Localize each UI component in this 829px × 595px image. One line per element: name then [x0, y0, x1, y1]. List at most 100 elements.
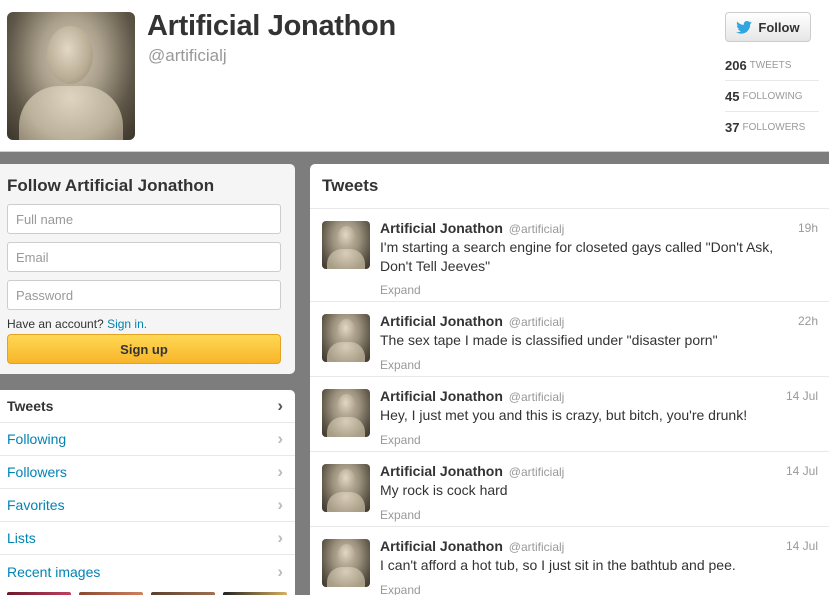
tweet-timestamp[interactable]: 22h — [798, 314, 818, 328]
avatar-figure-body — [19, 86, 123, 140]
tweet-expand-link[interactable]: Expand — [380, 583, 421, 595]
chevron-right-icon: › — [277, 561, 283, 581]
have-account-text: Have an account? Sign in. — [7, 317, 281, 331]
signin-link[interactable]: Sign in. — [107, 317, 147, 331]
nav-item-label: Favorites — [7, 497, 65, 513]
nav-item-label: Tweets — [7, 398, 54, 414]
profile-avatar[interactable] — [7, 12, 135, 140]
tweet-timestamp[interactable]: 14 Jul — [786, 389, 818, 403]
stat-tweets-count: 206 — [725, 57, 747, 73]
tweet-expand-link[interactable]: Expand — [380, 508, 421, 522]
tweets-panel: Tweets Artificial Jonathon @artificialj … — [310, 164, 829, 595]
profile-nav: Tweets › Following › Followers › Favorit… — [0, 390, 295, 595]
tweet-author-handle[interactable]: @artificialj — [509, 315, 565, 329]
tweet[interactable]: Artificial Jonathon @artificialj 19h I'm… — [310, 209, 829, 302]
tweet-timestamp[interactable]: 14 Jul — [786, 464, 818, 478]
tweet-author-handle[interactable]: @artificialj — [509, 540, 565, 554]
tweet-author-name[interactable]: Artificial Jonathon — [380, 313, 503, 329]
tweet-timestamp[interactable]: 19h — [798, 221, 818, 235]
nav-item-favorites[interactable]: Favorites › — [0, 489, 295, 522]
email-input[interactable] — [7, 242, 281, 272]
tweet-author-name[interactable]: Artificial Jonathon — [380, 388, 503, 404]
chevron-right-icon: › — [277, 396, 283, 415]
signup-box: Follow Artificial Jonathon Have an accou… — [0, 164, 295, 374]
tweet-avatar[interactable] — [322, 464, 370, 512]
avatar-figure-body — [327, 342, 365, 362]
tweet-header: Artificial Jonathon @artificialj — [380, 463, 564, 479]
tweet-author-name[interactable]: Artificial Jonathon — [380, 220, 503, 236]
nav-item-label: Following — [7, 431, 67, 447]
tweet-expand-link[interactable]: Expand — [380, 283, 421, 297]
tweet-header: Artificial Jonathon @artificialj — [380, 313, 564, 329]
stat-following-label: FOLLOWING — [742, 90, 803, 102]
tweet-text: I'm starting a search engine for closete… — [380, 239, 774, 274]
password-input[interactable] — [7, 280, 281, 310]
stat-followers-count: 37 — [725, 120, 740, 135]
avatar-figure-head — [47, 26, 93, 84]
tweet-author-handle[interactable]: @artificialj — [509, 222, 565, 236]
tweet-expand-link[interactable]: Expand — [380, 358, 421, 372]
tweet-timestamp[interactable]: 14 Jul — [786, 539, 818, 553]
tweet-expand-link[interactable]: Expand — [380, 433, 421, 447]
tweet[interactable]: Artificial Jonathon @artificialj 14 Jul … — [310, 377, 829, 452]
profile-handle: @artificialj — [148, 46, 227, 65]
tweet-text: Hey, I just met you and this is crazy, b… — [380, 407, 748, 423]
profile-header: Artificial Jonathon @artificialj Follow … — [0, 0, 829, 152]
nav-item-lists[interactable]: Lists › — [0, 522, 295, 555]
avatar-figure-body — [327, 417, 365, 437]
avatar-figure-body — [327, 249, 365, 269]
stat-followers[interactable]: 37 FOLLOWERS — [725, 112, 819, 143]
stat-followers-label: FOLLOWERS — [742, 122, 806, 133]
avatar-figure-body — [327, 492, 365, 512]
tweet-avatar[interactable] — [322, 314, 370, 362]
stat-tweets-label: TWEETS — [749, 59, 792, 71]
tweet[interactable]: Artificial Jonathon @artificialj 22h The… — [310, 302, 829, 377]
tweet[interactable]: Artificial Jonathon @artificialj 14 Jul … — [310, 452, 829, 527]
tweet-header: Artificial Jonathon @artificialj — [380, 220, 564, 236]
recent-images-strip — [0, 588, 295, 595]
tweet-author-name[interactable]: Artificial Jonathon — [380, 463, 503, 479]
stat-tweets[interactable]: 206 TWEETS — [725, 50, 819, 81]
avatar-figure-head — [338, 394, 355, 416]
nav-item-recent-images[interactable]: Recent images › — [0, 555, 295, 588]
profile-name: Artificial Jonathon — [147, 10, 396, 42]
avatar-figure-body — [327, 567, 365, 587]
tweet[interactable]: Artificial Jonathon @artificialj 14 Jul … — [310, 527, 829, 595]
tweet-header: Artificial Jonathon @artificialj — [380, 538, 564, 554]
tweet-text: My rock is cock hard — [380, 482, 508, 498]
tweet-text: I can't afford a hot tub, so I just sit … — [380, 557, 736, 573]
avatar-figure-head — [338, 469, 355, 491]
signup-title: Follow Artificial Jonathon — [7, 176, 215, 195]
profile-stats: 206 TWEETS 45 FOLLOWING 37 FOLLOWERS — [725, 50, 819, 143]
chevron-right-icon: › — [277, 462, 283, 481]
tweet-author-name[interactable]: Artificial Jonathon — [380, 538, 503, 554]
tweet-header: Artificial Jonathon @artificialj — [380, 388, 564, 404]
nav-item-label: Followers — [7, 464, 67, 480]
follow-button[interactable]: Follow — [725, 12, 811, 42]
tweet-avatar[interactable] — [322, 221, 370, 269]
have-account-label: Have an account? — [7, 317, 104, 331]
chevron-right-icon: › — [277, 528, 283, 547]
avatar-figure-head — [338, 544, 355, 566]
tweet-avatar[interactable] — [322, 389, 370, 437]
nav-item-label: Lists — [7, 530, 36, 546]
chevron-right-icon: › — [277, 429, 283, 448]
nav-item-label: Recent images — [7, 563, 101, 580]
stat-following-count: 45 — [725, 88, 740, 104]
tweet-text: The sex tape I made is classified under … — [380, 332, 718, 348]
tweet-author-handle[interactable]: @artificialj — [509, 465, 565, 479]
nav-item-following[interactable]: Following › — [0, 423, 295, 456]
avatar-figure-head — [338, 319, 355, 341]
tweets-heading: Tweets — [310, 164, 829, 209]
chevron-right-icon: › — [277, 495, 283, 514]
nav-item-followers[interactable]: Followers › — [0, 456, 295, 489]
avatar-figure-head — [338, 226, 355, 248]
twitter-bird-icon — [736, 20, 753, 34]
follow-button-label: Follow — [758, 19, 800, 35]
signup-button[interactable]: Sign up — [7, 334, 281, 364]
nav-item-tweets[interactable]: Tweets › — [0, 390, 295, 423]
tweet-avatar[interactable] — [322, 539, 370, 587]
fullname-input[interactable] — [7, 204, 281, 234]
tweet-author-handle[interactable]: @artificialj — [509, 390, 565, 404]
stat-following[interactable]: 45 FOLLOWING — [725, 81, 819, 112]
